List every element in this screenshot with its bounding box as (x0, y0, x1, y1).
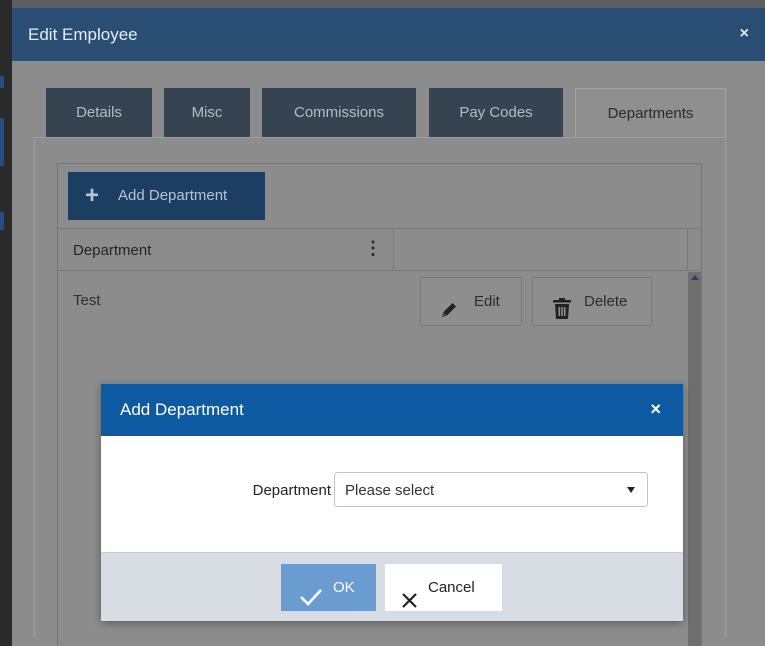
delete-label: Delete (584, 293, 628, 310)
background-marker (0, 212, 4, 230)
ok-button[interactable]: OK (281, 564, 376, 611)
tab-pay-codes[interactable]: Pay Codes (429, 88, 563, 138)
department-select-value: Please select (345, 482, 435, 499)
edit-button[interactable]: Edit (420, 277, 522, 326)
column-menu-icon[interactable]: ⋮ (364, 238, 382, 259)
plus-icon: + (85, 182, 100, 209)
trash-icon (553, 291, 571, 338)
tab-departments[interactable]: Departments (575, 88, 726, 138)
add-department-button[interactable]: + Add Department (68, 172, 265, 220)
add-department-modal: Add Department × Department Please selec… (101, 384, 683, 621)
dialog-close-icon[interactable]: × (740, 25, 749, 43)
check-icon (300, 578, 322, 625)
department-field-label: Department (252, 482, 331, 499)
tab-misc[interactable]: Misc (164, 88, 250, 138)
column-header-actions (394, 229, 688, 271)
background-marker (0, 76, 4, 88)
tab-commissions[interactable]: Commissions (262, 88, 416, 138)
column-header-label: Department (73, 242, 152, 259)
cancel-label: Cancel (428, 579, 475, 596)
modal-header: Add Department × (101, 384, 683, 436)
scroll-up-icon[interactable] (691, 275, 699, 280)
edit-label: Edit (474, 293, 500, 310)
modal-close-icon[interactable]: × (650, 399, 661, 420)
delete-button[interactable]: Delete (532, 277, 652, 326)
x-icon (402, 580, 417, 627)
background-window-strip (0, 0, 12, 646)
caret-down-icon[interactable] (627, 487, 635, 493)
grid-header: Department ⋮ (58, 229, 701, 271)
grid-scrollbar[interactable] (688, 272, 701, 646)
add-department-label: Add Department (118, 187, 228, 204)
tab-details[interactable]: Details (46, 88, 152, 138)
modal-title: Add Department (120, 400, 244, 419)
ok-label: OK (333, 579, 355, 596)
modal-footer: OK Cancel (101, 552, 683, 621)
department-select[interactable]: Please select (334, 472, 648, 507)
column-header-department[interactable]: Department ⋮ (58, 229, 394, 271)
dialog-title: Edit Employee (28, 25, 138, 44)
department-cell: Test (73, 292, 101, 309)
pencil-icon (439, 292, 459, 339)
background-marker (0, 118, 4, 166)
cancel-button[interactable]: Cancel (385, 564, 502, 611)
dialog-header: Edit Employee × (12, 8, 765, 61)
